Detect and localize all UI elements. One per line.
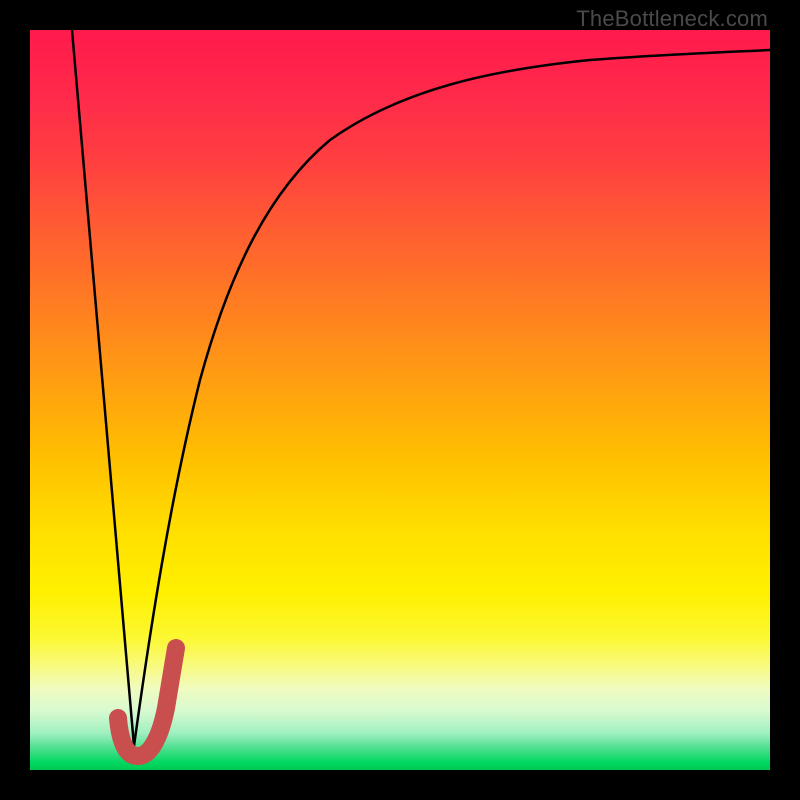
chart-curves xyxy=(30,30,770,770)
watermark-label: TheBottleneck.com xyxy=(576,6,768,32)
chart-container: TheBottleneck.com xyxy=(0,0,800,800)
ascending-curve xyxy=(134,50,770,746)
descending-line xyxy=(72,30,134,746)
